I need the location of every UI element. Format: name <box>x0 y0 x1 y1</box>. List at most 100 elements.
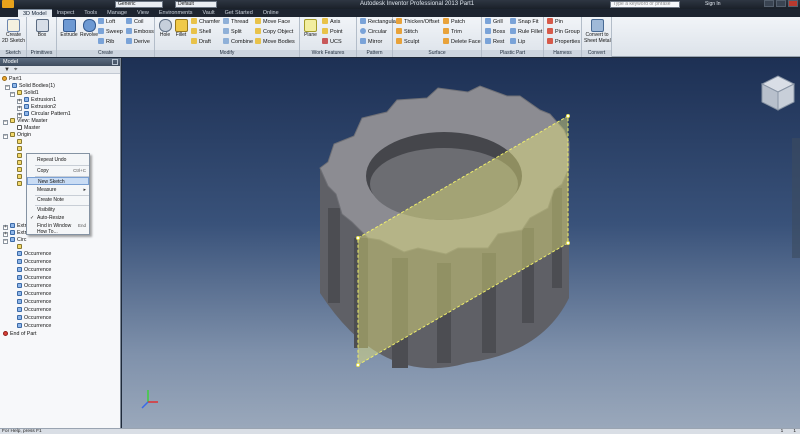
lip-button[interactable]: Lip <box>510 38 525 45</box>
tree-node-occurrence[interactable]: Occurrence <box>17 323 51 330</box>
close-icon[interactable] <box>788 0 798 7</box>
rule-fillet-button[interactable]: Rule Fillet <box>510 28 542 35</box>
sign-in-link[interactable]: Sign In <box>705 1 721 7</box>
tree-node-end-of-part[interactable]: End of Part <box>3 331 37 338</box>
maximize-icon[interactable] <box>776 0 786 7</box>
stitch-button[interactable]: Stitch <box>396 28 418 35</box>
menu-item-repeat-undo[interactable]: Repeat Undo <box>27 156 89 164</box>
circular-pattern-button[interactable]: Circular <box>360 28 387 35</box>
point-button[interactable]: Point <box>322 28 343 35</box>
patch-button[interactable]: Patch <box>443 18 465 25</box>
tree-node-origin[interactable]: Origin <box>10 132 31 139</box>
mirror-button[interactable]: Mirror <box>360 38 382 45</box>
expand-icon[interactable]: + <box>3 232 8 237</box>
chamfer-button[interactable]: Chamfer <box>191 18 220 25</box>
delete-face-button[interactable]: Delete Face <box>443 38 481 45</box>
tab-3d-model[interactable]: 3D Model <box>18 9 52 17</box>
tree-node-extrusion[interactable]: Extr <box>10 223 26 230</box>
loft-button[interactable]: Loft <box>98 18 115 25</box>
rib-button[interactable]: Rib <box>98 38 114 45</box>
tree-node-view-master[interactable]: View: Master <box>10 118 48 125</box>
tree-node-origin-axis[interactable] <box>17 174 24 181</box>
expand-icon[interactable]: + <box>17 99 22 104</box>
move-face-button[interactable]: Move Face <box>255 18 290 25</box>
axis-button[interactable]: Axis <box>322 18 340 25</box>
revolve-button[interactable]: Revolve <box>79 19 99 39</box>
tree-node-occurrence-folder[interactable] <box>17 244 24 251</box>
menu-item-auto-resize[interactable]: ✓ Auto-Resize <box>27 214 89 222</box>
tree-node-circular-pattern1[interactable]: Circular Pattern1 <box>24 111 71 118</box>
help-search-input[interactable]: Type a keyword or phrase <box>610 1 680 8</box>
tab-online[interactable]: Online <box>258 9 284 17</box>
tab-vault[interactable]: Vault <box>197 9 219 17</box>
extrude-button[interactable]: Extrude <box>59 19 79 39</box>
material-dropdown[interactable]: Generic <box>115 1 163 8</box>
expand-icon[interactable]: − <box>5 85 10 90</box>
expand-icon[interactable]: − <box>3 239 8 244</box>
browser-title[interactable]: Model <box>3 59 18 65</box>
boss-button[interactable]: Boss <box>485 28 505 35</box>
tree-node-solid1[interactable]: Solid1 <box>17 90 39 97</box>
pin-group-button[interactable]: Pin Group <box>547 28 580 35</box>
tab-tools[interactable]: Tools <box>79 9 102 17</box>
tree-node-occurrence[interactable]: Occurrence <box>17 291 51 298</box>
menu-item-create-note[interactable]: Create Note <box>27 196 89 204</box>
plane-button[interactable]: Plane <box>302 19 319 39</box>
create-2d-sketch-button[interactable]: Create 2D Sketch <box>2 19 25 44</box>
expand-icon[interactable]: + <box>3 225 8 230</box>
thicken-offset-button[interactable]: Thicken/Offset <box>396 18 439 25</box>
tree-node-occurrence[interactable]: Occurrence <box>17 283 51 290</box>
emboss-button[interactable]: Emboss <box>126 28 154 35</box>
appearance-dropdown[interactable]: Default <box>175 1 217 8</box>
fillet-button[interactable]: Fillet <box>173 19 189 39</box>
move-bodies-button[interactable]: Move Bodies <box>255 38 295 45</box>
menu-item-new-sketch[interactable]: New Sketch <box>27 177 89 185</box>
snap-fit-button[interactable]: Snap Fit <box>510 18 538 25</box>
draft-button[interactable]: Draft <box>191 38 211 45</box>
rest-button[interactable]: Rest <box>485 38 504 45</box>
inventor-logo-icon[interactable] <box>2 0 14 8</box>
shell-button[interactable]: Shell <box>191 28 211 35</box>
ucs-button[interactable]: UCS <box>322 38 342 45</box>
expand-icon[interactable]: − <box>3 134 8 139</box>
copy-object-button[interactable]: Copy Object <box>255 28 293 35</box>
tree-node-part[interactable]: Part1 <box>2 76 22 83</box>
expand-icon[interactable]: − <box>3 120 8 125</box>
browser-close-icon[interactable] <box>112 59 118 65</box>
derive-button[interactable]: Derive <box>126 38 150 45</box>
filter-icon[interactable]: ▼ <box>4 67 10 73</box>
box-button[interactable]: Box <box>34 19 50 39</box>
expand-icon[interactable]: + <box>17 106 22 111</box>
properties-button[interactable]: Properties <box>547 38 580 45</box>
expand-icon[interactable]: − <box>10 92 15 97</box>
menu-item-how-to[interactable]: How To... <box>27 229 89 236</box>
menu-item-measure[interactable]: Measure ▸ <box>27 186 89 194</box>
hole-button[interactable]: Hole <box>157 19 173 39</box>
tree-node-occurrence[interactable]: Occurrence <box>17 251 51 258</box>
sculpt-button[interactable]: Sculpt <box>396 38 419 45</box>
minimize-icon[interactable] <box>764 0 774 7</box>
tree-node-circular-pattern[interactable]: Circ <box>10 237 26 244</box>
tree-node-extrusion[interactable]: Extr <box>10 230 26 237</box>
coil-button[interactable]: Coil <box>126 18 143 25</box>
tree-node-origin-axis[interactable] <box>17 160 24 167</box>
tree-node-occurrence[interactable]: Occurrence <box>17 259 51 266</box>
sweep-button[interactable]: Sweep <box>98 28 123 35</box>
thread-button[interactable]: Thread <box>223 18 248 25</box>
tree-node-center-point[interactable] <box>17 181 24 188</box>
pin-button[interactable]: Pin <box>547 18 563 25</box>
tree-node-occurrence[interactable]: Occurrence <box>17 315 51 322</box>
tree-node-extrusion1[interactable]: Extrusion1 <box>24 97 56 104</box>
trim-button[interactable]: Trim <box>443 28 462 35</box>
tree-node-occurrence[interactable]: Occurrence <box>17 267 51 274</box>
tree-node-solid-bodies[interactable]: Solid Bodies(1) <box>12 83 55 90</box>
find-icon[interactable]: ⌖ <box>14 67 17 73</box>
gear-model[interactable] <box>122 58 800 428</box>
tree-node-origin-axis[interactable] <box>17 167 24 174</box>
view-cube-icon[interactable] <box>760 75 796 111</box>
tab-inspect[interactable]: Inspect <box>52 9 80 17</box>
tab-environments[interactable]: Environments <box>154 9 198 17</box>
tree-node-master[interactable]: Master <box>17 125 40 132</box>
tree-node-occurrence[interactable]: Occurrence <box>17 307 51 314</box>
tab-get-started[interactable]: Get Started <box>220 9 258 17</box>
